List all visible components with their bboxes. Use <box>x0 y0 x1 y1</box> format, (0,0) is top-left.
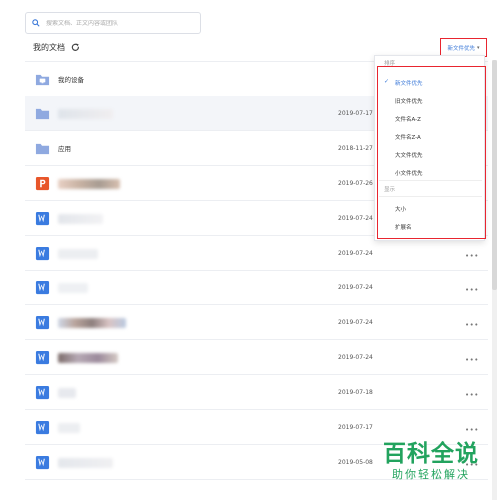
file-row[interactable]: 2019-07-18 ••• <box>25 375 488 410</box>
ppt-file-icon <box>35 176 50 191</box>
display-group-label: 显示 <box>384 187 396 193</box>
display-option-extension[interactable]: 扩展名 <box>395 223 412 231</box>
word-file-icon <box>35 211 50 226</box>
more-options-icon[interactable]: ••• <box>465 426 479 434</box>
file-name-redacted <box>58 249 98 259</box>
file-row[interactable]: 2019-07-24 ••• <box>25 236 488 271</box>
display-option-size[interactable]: 大小 <box>395 205 406 213</box>
word-file-icon <box>35 350 50 365</box>
watermark-subtitle: 助你轻松解决 <box>392 468 470 481</box>
file-name-redacted <box>58 109 113 119</box>
word-file-icon <box>35 280 50 295</box>
word-file-icon <box>35 385 50 400</box>
file-date: 2019-07-17 <box>338 110 373 117</box>
file-name-redacted <box>58 353 118 363</box>
file-row[interactable]: 2019-07-17 ••• <box>25 410 488 445</box>
more-options-icon[interactable]: ••• <box>465 252 479 260</box>
search-icon <box>32 19 40 27</box>
word-file-icon <box>35 246 50 261</box>
sort-option-largest[interactable]: 大文件优先 <box>395 151 423 159</box>
file-date: 2019-07-18 <box>338 389 373 396</box>
more-options-icon[interactable]: ••• <box>465 356 479 364</box>
page-title: 我的文档 <box>33 42 65 52</box>
file-name-redacted <box>58 283 88 293</box>
file-name: 应用 <box>58 145 71 153</box>
file-name-redacted <box>58 179 120 189</box>
file-name: 我的设备 <box>58 76 84 84</box>
word-file-icon <box>35 455 50 470</box>
file-date: 2018-11-27 <box>338 145 373 152</box>
more-options-icon[interactable]: ••• <box>465 286 479 294</box>
sort-option-name-asc[interactable]: 文件名A-Z <box>395 115 421 123</box>
word-file-icon <box>35 315 50 330</box>
file-name-redacted <box>58 423 80 433</box>
file-row[interactable]: 2019-07-24 ••• <box>25 270 488 305</box>
folder-icon <box>35 141 50 156</box>
watermark-title: 百科全说 <box>383 441 479 467</box>
file-row[interactable]: 2019-07-24 ••• <box>25 305 488 340</box>
scrollbar-thumb[interactable] <box>492 60 497 290</box>
more-options-icon[interactable]: ••• <box>465 391 479 399</box>
file-name-redacted <box>58 214 103 224</box>
sort-option-smallest[interactable]: 小文件优先 <box>395 169 423 177</box>
more-options-icon[interactable]: ••• <box>465 321 479 329</box>
file-name-redacted <box>58 388 76 398</box>
folder-icon <box>35 106 50 121</box>
file-date: 2019-07-26 <box>338 180 373 187</box>
file-date: 2019-05-08 <box>338 459 373 466</box>
sort-button-label: 新文件优先 <box>447 45 475 52</box>
chevron-down-icon: ▾ <box>477 44 480 51</box>
file-date: 2019-07-24 <box>338 250 373 257</box>
menu-divider <box>379 196 482 197</box>
highlight-frame <box>377 66 486 239</box>
device-folder-icon <box>35 72 50 87</box>
file-date: 2019-07-24 <box>338 215 373 222</box>
file-date: 2019-07-24 <box>338 319 373 326</box>
refresh-icon[interactable] <box>71 43 80 52</box>
menu-divider <box>379 180 482 181</box>
file-name-redacted <box>58 458 113 468</box>
check-icon: ✓ <box>384 78 390 85</box>
sort-dropdown-menu: 排序 ✓ 新文件优先 旧文件优先 文件名A-Z 文件名Z-A 大文件优先 小文件… <box>374 55 486 241</box>
file-date: 2019-07-17 <box>338 424 373 431</box>
search-input[interactable] <box>46 19 196 27</box>
file-date: 2019-07-24 <box>338 354 373 361</box>
watermark: 百科全说 助你轻松解决 <box>377 441 485 483</box>
title-row: 我的文档 <box>33 40 80 54</box>
file-date: 2019-07-24 <box>338 284 373 291</box>
sort-option-name-desc[interactable]: 文件名Z-A <box>395 133 421 141</box>
sort-option-newest[interactable]: 新文件优先 <box>395 79 423 87</box>
search-box[interactable] <box>25 12 201 34</box>
sort-option-oldest[interactable]: 旧文件优先 <box>395 97 423 105</box>
word-file-icon <box>35 420 50 435</box>
file-row[interactable]: 2019-07-24 ••• <box>25 340 488 375</box>
file-name-redacted <box>58 318 126 328</box>
